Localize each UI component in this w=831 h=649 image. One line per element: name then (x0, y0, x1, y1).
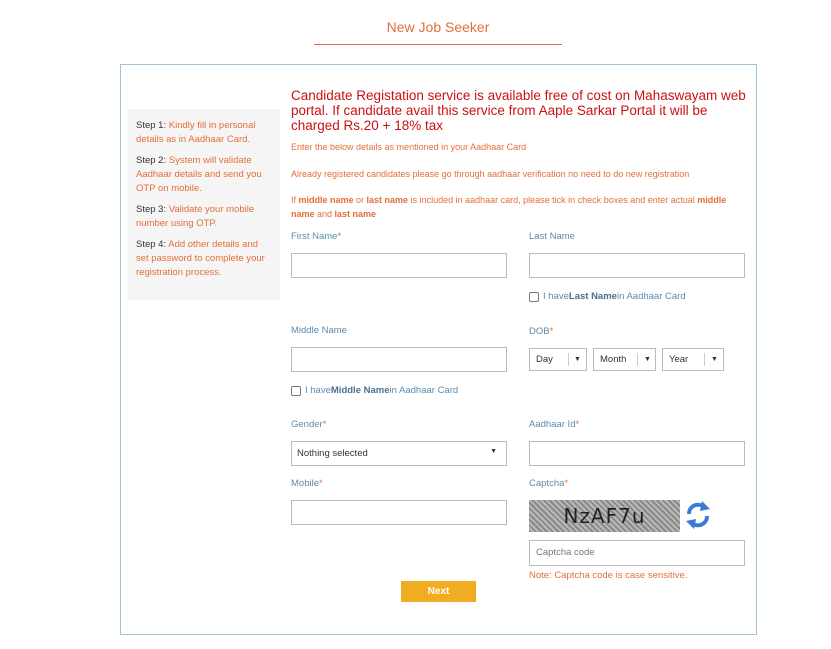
registered-instruction: Already registered candidates please go … (291, 169, 690, 179)
dob-year-select[interactable]: Year ▼ (662, 348, 724, 371)
gender-label: Gender* (291, 419, 327, 430)
next-button[interactable]: Next (401, 581, 476, 602)
captcha-image: NzAF7u (529, 500, 680, 532)
dob-day-select[interactable]: Day ▼ (529, 348, 587, 371)
refresh-icon[interactable] (684, 500, 712, 530)
middle-name-label: Middle Name (291, 325, 347, 336)
name-instruction: If middle name or last name is included … (291, 195, 727, 219)
last-name-checkbox-row[interactable]: I have Last Name in Aadhaar Card (529, 291, 686, 302)
middle-name-input[interactable] (291, 347, 507, 372)
captcha-input[interactable]: Captcha code (529, 540, 745, 566)
captcha-note: Note: Captcha code is case sensitive. (529, 570, 688, 581)
chevron-down-icon: ▼ (574, 356, 581, 363)
mobile-input[interactable] (291, 500, 507, 525)
chevron-down-icon: ▼ (644, 356, 651, 363)
step-2: Step 2: System will validate Aadhaar det… (136, 155, 262, 194)
aadhaar-input[interactable] (529, 441, 745, 466)
captcha-label: Captcha* (529, 478, 569, 489)
middle-name-checkbox[interactable] (291, 385, 301, 396)
gender-select[interactable]: Nothing selected ▼ (291, 441, 507, 466)
dob-month-select[interactable]: Month ▼ (593, 348, 656, 371)
dob-label: DOB* (529, 326, 554, 337)
step-1: Step 1: Kindly fill in personal details … (136, 120, 256, 145)
chevron-down-icon: ▼ (490, 448, 497, 455)
first-name-label: First Name* (291, 231, 342, 242)
step-4: Step 4: Add other details and set passwo… (136, 239, 265, 278)
steps-box: Step 1: Kindly fill in personal details … (128, 109, 280, 300)
step-3: Step 3: Validate your mobile number usin… (136, 204, 255, 229)
title-underline (314, 44, 562, 45)
last-name-label: Last Name (529, 231, 575, 242)
fee-notice: Candidate Registation service is availab… (291, 88, 746, 133)
last-name-checkbox[interactable] (529, 291, 539, 302)
page-title: New Job Seeker (386, 19, 490, 35)
mobile-label: Mobile* (291, 478, 323, 489)
aadhaar-label: Aadhaar Id* (529, 419, 580, 430)
last-name-input[interactable] (529, 253, 745, 278)
aadhaar-instruction: Enter the below details as mentioned in … (291, 142, 527, 152)
chevron-down-icon: ▼ (711, 356, 718, 363)
middle-name-checkbox-row[interactable]: I have Middle Name in Aadhaar Card (291, 385, 458, 396)
first-name-input[interactable] (291, 253, 507, 278)
